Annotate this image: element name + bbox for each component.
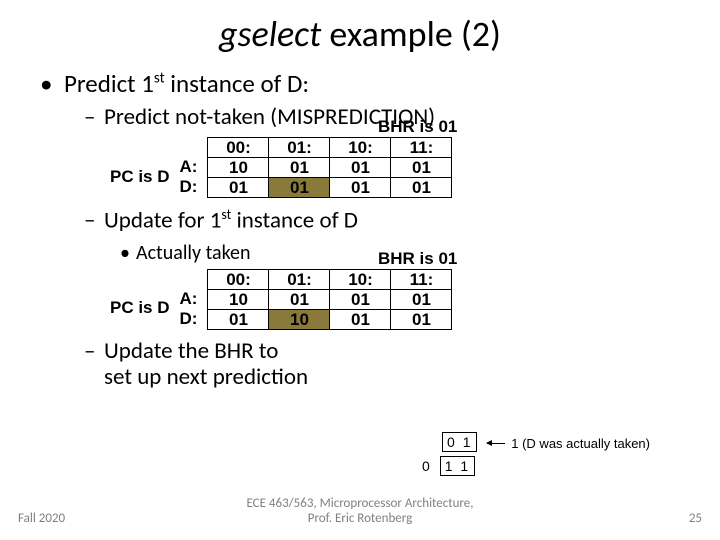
cell: 10 [208,158,269,178]
table-row: 10 01 01 01 [208,289,452,309]
shift-out-bit: 0 [422,458,430,474]
bullet-update: Update for 1st instance of D [40,206,680,235]
cell: 01 [208,309,269,329]
bhr-caption-2: BHR is 01 [378,249,457,269]
bhr-update-diagram: 0 1 1 (D was actually taken) 0 1 1 [422,432,650,476]
pc-label-2: PC is D [110,298,170,318]
cell: 10 [208,289,269,309]
bhr-caption-1: BHR is 01 [378,117,457,137]
l2c-line1: Update the BHR to [104,337,278,365]
cell: 01 [208,178,269,198]
footer-line2: Prof. Eric Rotenberg [308,511,412,526]
cell: 01 [391,309,452,329]
cell-highlight: 01 [269,178,330,198]
row-labels-1: A: D: [180,157,198,198]
bhr-old-row: 0 1 1 (D was actually taken) [422,432,650,452]
table-row: 10 01 01 01 [208,158,452,178]
col-10: 10: [330,138,391,158]
cell: 01 [391,289,452,309]
bullet-predict: Predict 1st instance of D: [40,68,680,99]
slide: gselect example (2) Predict 1st instance… [0,0,720,540]
bhr-new-row: 0 1 1 [422,456,650,476]
col-11: 11: [391,138,452,158]
l2c-line2: set up next prediction [104,363,308,391]
col-11: 11: [391,269,452,289]
table-row: 01 01 01 01 [208,178,452,198]
row-labels-2: A: D: [180,289,198,330]
footer-line1: ECE 463/563, Microprocessor Architecture… [246,496,473,511]
pht-grid-1: 00: 01: 10: 11: 10 01 01 01 01 01 01 01 [207,137,452,198]
bullet-mispredict: Predict not-taken (MISPREDICTION) [40,103,680,131]
pht-grid-2: 00: 01: 10: 11: 10 01 01 01 01 10 01 01 [207,269,452,330]
col-01: 01: [269,269,330,289]
cell: 01 [269,289,330,309]
slide-number: 25 [689,511,702,526]
cell: 01 [330,178,391,198]
footer-course: ECE 463/563, Microprocessor Architecture… [0,496,720,526]
bullet-actually-taken: Actually taken [40,241,680,265]
title-italic: gselect [219,12,321,56]
cell: 01 [269,158,330,178]
bhr-new-value: 1 1 [440,456,475,476]
cell: 01 [330,309,391,329]
col-01: 01: [269,138,330,158]
pht-table-before: BHR is 01 PC is D A: D: 00: 01: 10: 11: … [110,137,680,198]
cell: 01 [330,289,391,309]
row-a-label: A: [180,157,198,177]
row-d-label: D: [180,309,198,329]
bullet-update-bhr: Update the BHR to set up next prediction [40,338,680,391]
table-row: 01 10 01 01 [208,309,452,329]
row-d-label: D: [180,177,198,197]
cell-highlight: 10 [269,309,330,329]
bhr-note: 1 (D was actually taken) [511,436,650,451]
cell: 01 [330,158,391,178]
bhr-old-value: 0 1 [442,432,477,452]
col-00: 00: [208,269,269,289]
arrow-left-icon [487,443,505,444]
slide-title: gselect example (2) [40,12,680,56]
row-a-label: A: [180,289,198,309]
pc-label-1: PC is D [110,167,170,187]
col-00: 00: [208,138,269,158]
cell: 01 [391,178,452,198]
col-10: 10: [330,269,391,289]
pht-table-after: BHR is 01 PC is D A: D: 00: 01: 10: 11: … [110,269,680,330]
cell: 01 [391,158,452,178]
title-rest: example (2) [321,12,501,56]
